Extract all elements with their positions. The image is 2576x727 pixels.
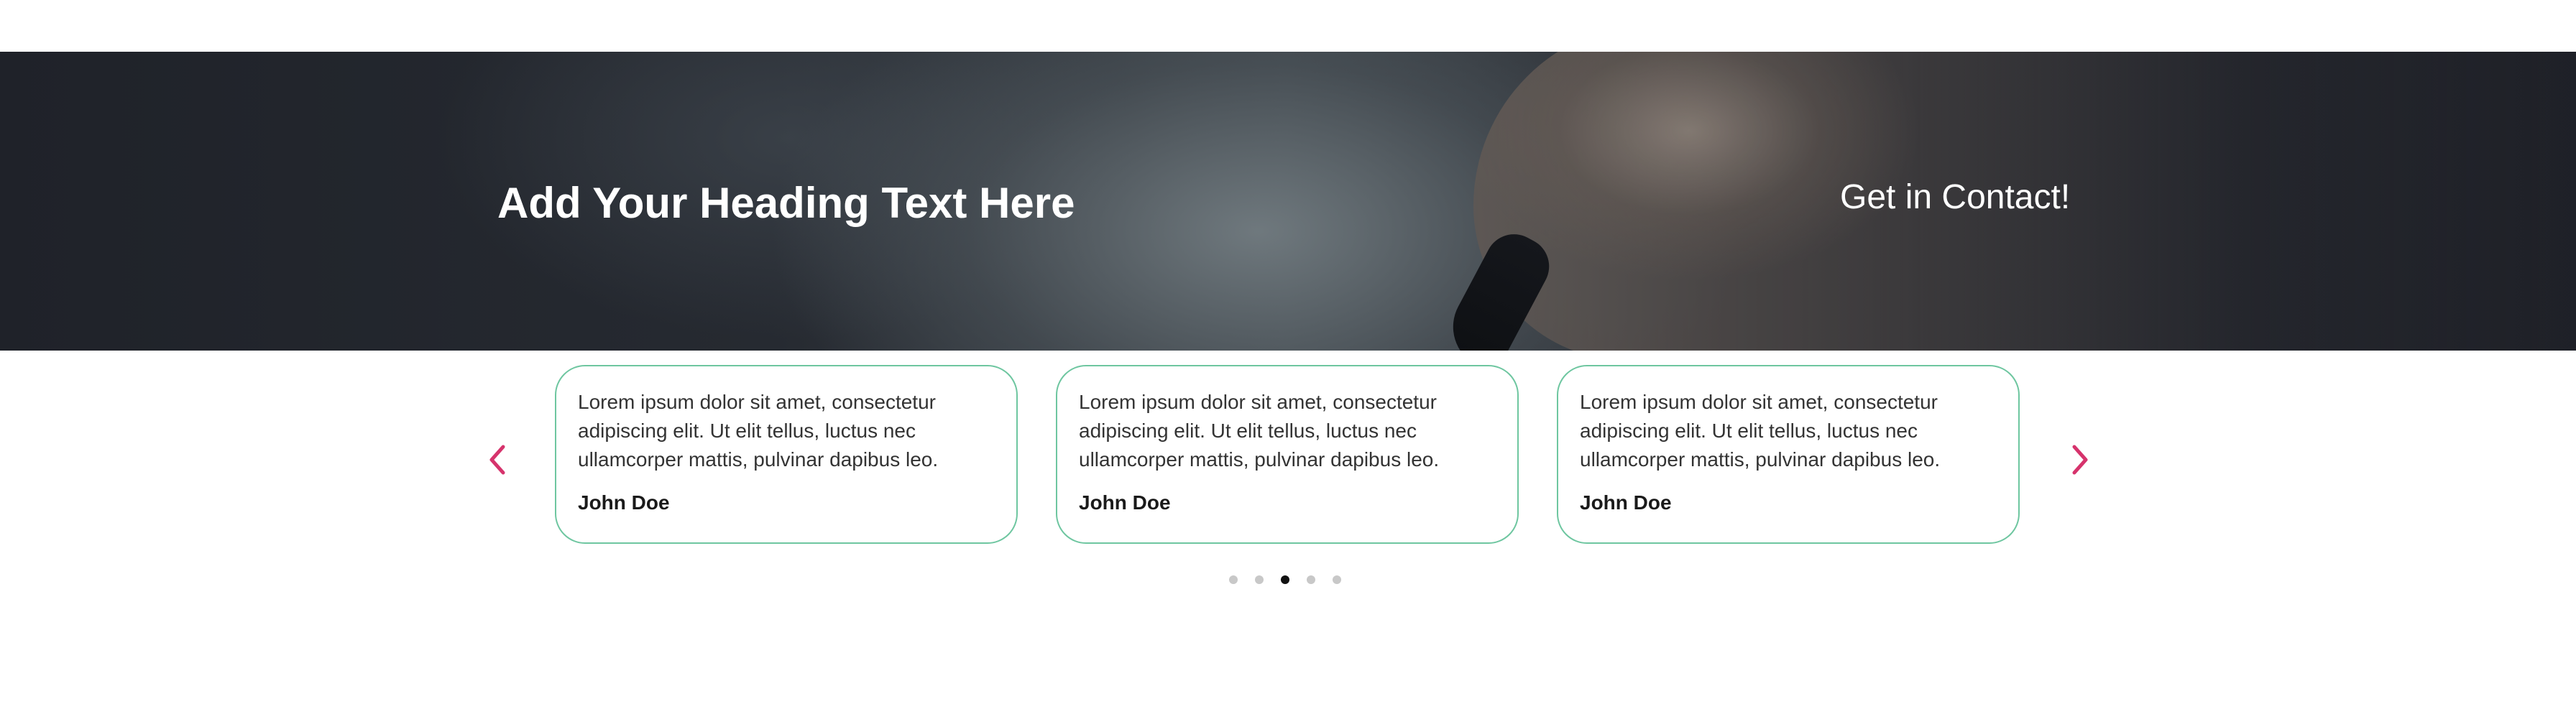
hero-banner: Add Your Heading Text Here Get in Contac… [0, 52, 2576, 351]
pagination-dot-4[interactable] [1307, 575, 1315, 584]
carousel-pagination [1229, 575, 1341, 585]
testimonial-carousel: Lorem ipsum dolor sit amet, consectetur … [0, 365, 2576, 584]
pagination-dot-1[interactable] [1229, 575, 1238, 584]
testimonial-quote: Lorem ipsum dolor sit amet, consectetur … [1580, 391, 1941, 471]
pagination-dot-3[interactable] [1281, 575, 1289, 584]
testimonial-card: Lorem ipsum dolor sit amet, consectetur … [1056, 365, 1519, 544]
testimonial-author: John Doe [1079, 491, 1171, 514]
get-in-contact-link[interactable]: Get in Contact! [1840, 177, 2070, 217]
carousel-next-button[interactable] [2061, 438, 2097, 481]
pagination-dot-5[interactable] [1333, 575, 1341, 584]
testimonial-quote: Lorem ipsum dolor sit amet, consectetur … [1079, 391, 1440, 471]
testimonial-author: John Doe [1580, 491, 1672, 514]
testimonial-card: Lorem ipsum dolor sit amet, consectetur … [555, 365, 1018, 544]
testimonial-author: John Doe [578, 491, 670, 514]
pagination-dot-2[interactable] [1255, 575, 1264, 584]
hero-heading: Add Your Heading Text Here [497, 179, 1075, 227]
testimonial-card: Lorem ipsum dolor sit amet, consectetur … [1557, 365, 2020, 544]
testimonial-quote: Lorem ipsum dolor sit amet, consectetur … [578, 391, 939, 471]
chevron-right-icon [2072, 445, 2088, 475]
carousel-prev-button[interactable] [480, 438, 516, 481]
chevron-left-icon [489, 445, 505, 475]
